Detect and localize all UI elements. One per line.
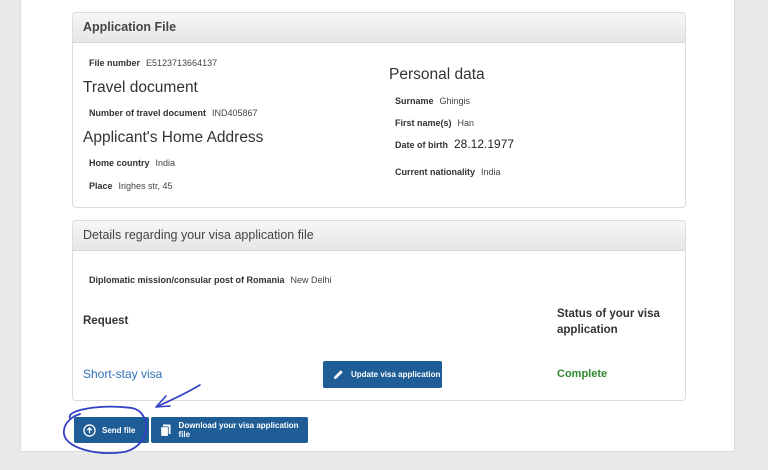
annotation-overlay (63, 384, 201, 454)
annotation-arrow (155, 384, 201, 408)
annotation-circle (63, 405, 147, 454)
